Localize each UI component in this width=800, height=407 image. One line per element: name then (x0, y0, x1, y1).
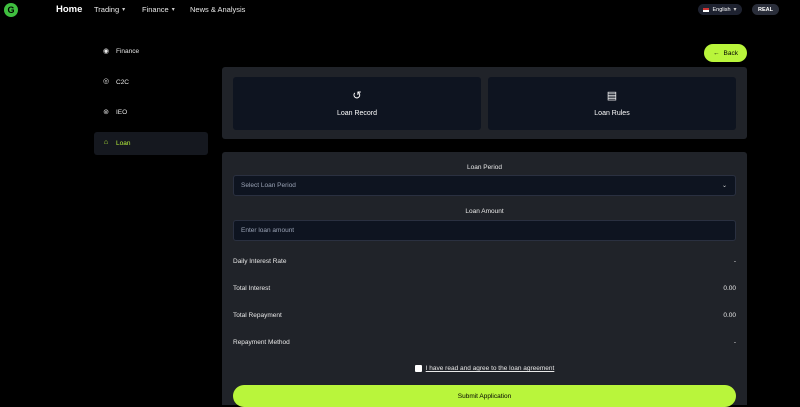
submit-application-button[interactable]: Submit Application (233, 385, 736, 407)
language-selector[interactable]: English ▾ (698, 4, 742, 15)
chevron-down-icon: ⌄ (721, 183, 727, 189)
nav-trading[interactable]: Trading ▾ (94, 5, 125, 14)
row-value: 0.00 (723, 312, 736, 319)
loan-cards-panel: ↺ Loan Record ▤ Loan Rules (222, 67, 747, 139)
finance-icon: ◉ (102, 47, 110, 55)
history-icon: ↺ (352, 89, 362, 102)
sidebar-item-finance[interactable]: ◉ Finance (94, 40, 208, 63)
brand-logo[interactable]: G (4, 3, 18, 17)
repayment-method-row: Repayment Method - (233, 339, 736, 346)
loan-period-placeholder: Select Loan Period (241, 182, 296, 189)
agreement-link[interactable]: I have read and agree to the loan agreem… (426, 365, 555, 372)
sidebar: ◉ Finance ◎ C2C ⊚ IEO ⌂ Loan (94, 40, 208, 162)
c2c-icon: ◎ (102, 78, 110, 85)
nav-home[interactable]: Home (56, 4, 82, 15)
loan-amount-label: Loan Amount (465, 208, 504, 215)
loan-record-label: Loan Record (336, 109, 378, 117)
row-value: 0.00 (723, 285, 736, 292)
nav-trading-label: Trading (94, 5, 120, 14)
top-nav: G Home Trading ▾ Finance ▾ News & Analysis… (0, 0, 800, 20)
row-value: - (733, 258, 736, 265)
nav-finance[interactable]: Finance ▾ (142, 5, 175, 14)
back-button[interactable]: ← Back (704, 44, 747, 62)
chevron-down-icon: ▾ (122, 7, 126, 13)
total-interest-row: Total Interest 0.00 (233, 285, 736, 292)
nav-news-label: News & Analysis (190, 5, 246, 14)
loan-rules-card[interactable]: ▤ Loan Rules (488, 77, 736, 130)
sidebar-item-ieo[interactable]: ⊚ IEO (94, 101, 208, 124)
total-repayment-row: Total Repayment 0.00 (233, 312, 736, 319)
bank-icon: ⌂ (103, 139, 109, 146)
loan-record-card[interactable]: ↺ Loan Record (233, 77, 481, 130)
sidebar-item-label: C2C (116, 78, 130, 86)
account-mode-toggle[interactable]: REAL (752, 4, 779, 15)
row-value: - (733, 339, 736, 346)
nav-news[interactable]: News & Analysis (190, 5, 245, 14)
loan-period-label: Loan Period (466, 164, 503, 171)
agree-checkbox[interactable] (414, 365, 422, 372)
sidebar-item-label: Loan (116, 139, 131, 147)
loan-amount-placeholder: Enter loan amount (241, 227, 295, 234)
loan-form: Loan Period Select Loan Period ⌄ Loan Am… (222, 152, 747, 407)
agreement-row: I have read and agree to the loan agreem… (222, 365, 747, 372)
ieo-icon: ⊚ (103, 108, 109, 116)
flag-icon (703, 7, 710, 12)
chevron-down-icon: ▾ (171, 7, 175, 13)
loan-amount-input[interactable]: Enter loan amount (233, 220, 736, 241)
sidebar-item-label: IEO (116, 109, 128, 116)
sidebar-item-c2c[interactable]: ◎ C2C (94, 71, 208, 94)
daily-interest-row: Daily Interest Rate - (233, 258, 736, 265)
back-label: Back (723, 49, 738, 57)
sidebar-item-label: Finance (116, 48, 140, 55)
row-label: Repayment Method (233, 339, 290, 346)
language-label: English (712, 6, 731, 13)
sidebar-item-loan[interactable]: ⌂ Loan (94, 131, 208, 155)
arrow-left-icon: ← (713, 49, 720, 57)
row-label: Daily Interest Rate (233, 258, 287, 265)
chevron-down-icon: ▾ (733, 7, 737, 13)
loan-period-select[interactable]: Select Loan Period ⌄ (233, 175, 736, 196)
logo-letter: G (7, 5, 15, 15)
nav-finance-label: Finance (142, 5, 169, 14)
row-label: Total Repayment (233, 312, 282, 319)
row-label: Total Interest (233, 285, 271, 292)
loan-rules-label: Loan Rules (594, 109, 630, 117)
document-icon: ▤ (606, 89, 618, 102)
